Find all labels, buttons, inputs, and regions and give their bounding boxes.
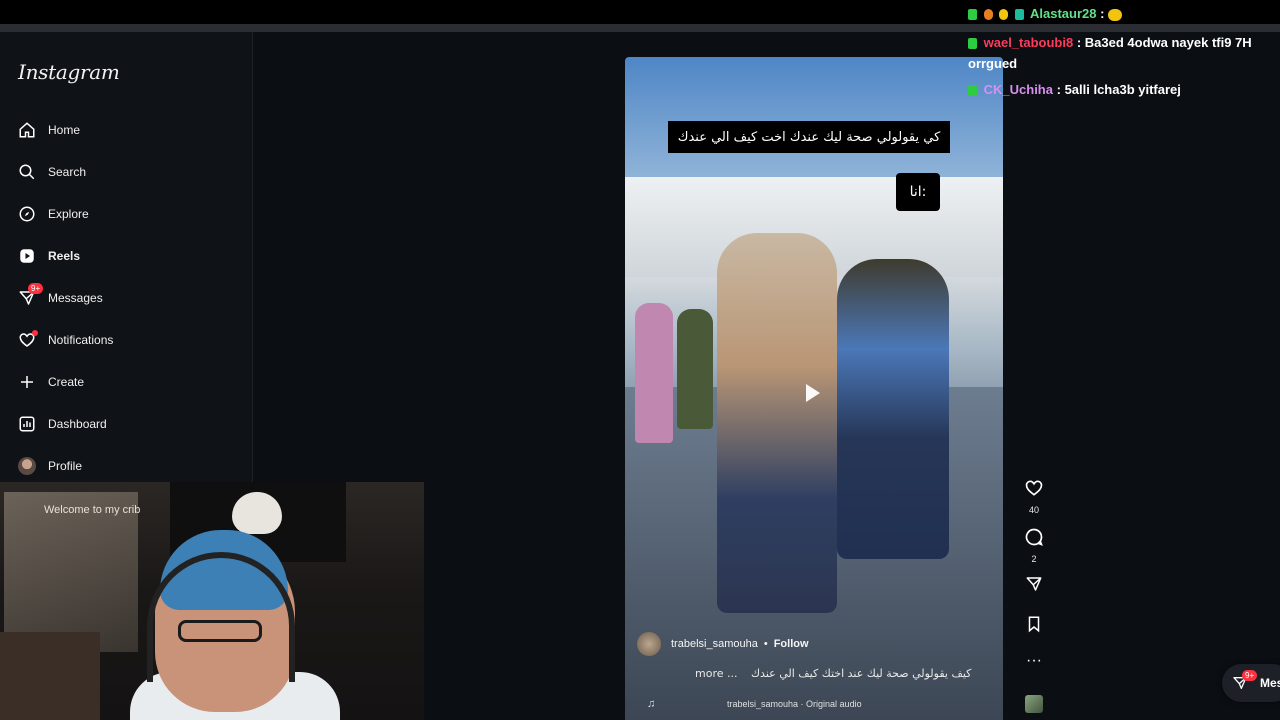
- video-child: [677, 309, 713, 429]
- sidebar-item-label: Create: [48, 375, 85, 389]
- video-caption: كي يقولولي صحة ليك عندك اخت كيف الي عندك: [668, 121, 950, 153]
- more-icon: ···: [1026, 652, 1042, 669]
- messages-badge: 9+: [28, 283, 44, 294]
- comment-count: 2: [1031, 554, 1037, 564]
- sidebar-item-dashboard[interactable]: Dashboard: [0, 403, 252, 445]
- chat-username: Alastaur28: [1030, 6, 1097, 21]
- chat-message: CK_Uchiha : 5alli lcha3b yitfarej: [968, 79, 1181, 100]
- music-note-icon: ♫: [647, 698, 656, 710]
- sidebar-item-profile[interactable]: Profile: [0, 445, 252, 487]
- like-count: 40: [1028, 505, 1039, 515]
- sidebar-item-explore[interactable]: Explore: [0, 193, 252, 235]
- sidebar-item-label: Profile: [48, 459, 83, 473]
- play-icon[interactable]: [806, 384, 820, 402]
- author-separator: •: [763, 638, 768, 650]
- badge-icon: [1014, 9, 1024, 21]
- wall-poster: [4, 492, 138, 652]
- chat-message: wael_taboubi8 : Ba3ed 4odwa nayek tfi9 7…: [968, 35, 1252, 71]
- more-options-button[interactable]: ···: [1018, 652, 1050, 669]
- bookmark-icon: [1025, 615, 1043, 638]
- sidebar-item-reels[interactable]: Reels: [0, 235, 252, 277]
- skull-icon: [232, 492, 282, 534]
- chat-username: CK_Uchiha: [983, 82, 1053, 97]
- reels-icon: [17, 246, 37, 266]
- badge-icon: [983, 9, 993, 21]
- share-button[interactable]: [1018, 575, 1050, 598]
- chat-message: Alastaur28 :: [968, 3, 1123, 24]
- badge-icon: [999, 9, 1009, 21]
- reel-description: more ... كيف يقولولي صحة ليك عند اختك كي…: [695, 667, 971, 680]
- sidebar-item-label: Dashboard: [48, 417, 107, 431]
- poster-text: Welcome to my crib: [44, 504, 141, 516]
- reel-video[interactable]: كي يقولولي صحة ليك عندك اخت كيف الي عندك…: [625, 57, 1003, 720]
- video-child: [635, 303, 673, 443]
- home-icon: [17, 120, 37, 140]
- sidebar-item-create[interactable]: Create: [0, 361, 252, 403]
- shelf: [0, 632, 100, 720]
- sidebar-item-notifications[interactable]: Notifications: [0, 319, 252, 361]
- sidebar-item-home[interactable]: Home: [0, 109, 252, 151]
- webcam-overlay: Welcome to my crib: [0, 482, 424, 720]
- heart-icon: [1024, 478, 1044, 503]
- audio-thumbnail[interactable]: [1025, 695, 1043, 713]
- share-icon: [1025, 575, 1043, 598]
- sidebar-item-label: Search: [48, 165, 87, 179]
- sidebar-item-label: Notifications: [48, 333, 114, 347]
- notification-dot: [32, 330, 38, 336]
- video-person: [837, 259, 949, 559]
- messages-pill-label: Mes: [1260, 676, 1280, 690]
- chat-text: 5alli lcha3b yitfarej: [1064, 82, 1181, 97]
- sidebar-item-label: Messages: [48, 291, 103, 305]
- sidebar-item-label: Home: [48, 123, 81, 137]
- more-link[interactable]: more ...: [695, 667, 737, 680]
- reel-author: trabelsi_samouha • Follow: [637, 632, 809, 656]
- like-button[interactable]: 40: [1018, 478, 1050, 515]
- sidebar-item-search[interactable]: Search: [0, 151, 252, 193]
- description-text: كيف يقولولي صحة ليك عند اختك كيف الي عند…: [750, 667, 972, 680]
- avatar: [17, 456, 37, 476]
- author-username[interactable]: trabelsi_samouha: [671, 638, 758, 650]
- messages-badge: 9+: [1242, 670, 1258, 681]
- follow-button[interactable]: Follow: [774, 638, 809, 650]
- badge-icon: [968, 85, 977, 97]
- messages-pill[interactable]: 9+ Mes: [1222, 664, 1280, 702]
- save-button[interactable]: [1018, 615, 1050, 638]
- instagram-logo[interactable]: Instagram: [18, 60, 120, 84]
- badge-icon: [968, 38, 977, 50]
- search-icon: [17, 162, 37, 182]
- comment-button[interactable]: 2: [1018, 527, 1050, 564]
- dashboard-icon: [17, 414, 37, 434]
- emote-icon: [1108, 8, 1123, 21]
- instagram-sidebar: Instagram Home Search Explore Reels 9+ M…: [0, 32, 253, 482]
- badge-icon: [968, 9, 977, 21]
- video-person: [717, 233, 837, 613]
- chat-username: wael_taboubi8: [983, 35, 1074, 50]
- comment-icon: [1024, 527, 1044, 552]
- author-avatar[interactable]: [637, 632, 661, 656]
- sidebar-item-label: Explore: [48, 207, 89, 221]
- sidebar-nav: Home Search Explore Reels 9+ Messages No…: [0, 109, 252, 487]
- video-caption-ana: انا:: [896, 173, 940, 211]
- sidebar-item-label: Reels: [48, 249, 81, 263]
- sidebar-item-messages[interactable]: 9+ Messages: [0, 277, 252, 319]
- glasses: [178, 620, 262, 642]
- compass-icon: [17, 204, 37, 224]
- plus-icon: [17, 372, 37, 392]
- audio-label: trabelsi_samouha · Original audio: [727, 699, 862, 709]
- browser-strip: [0, 24, 1280, 32]
